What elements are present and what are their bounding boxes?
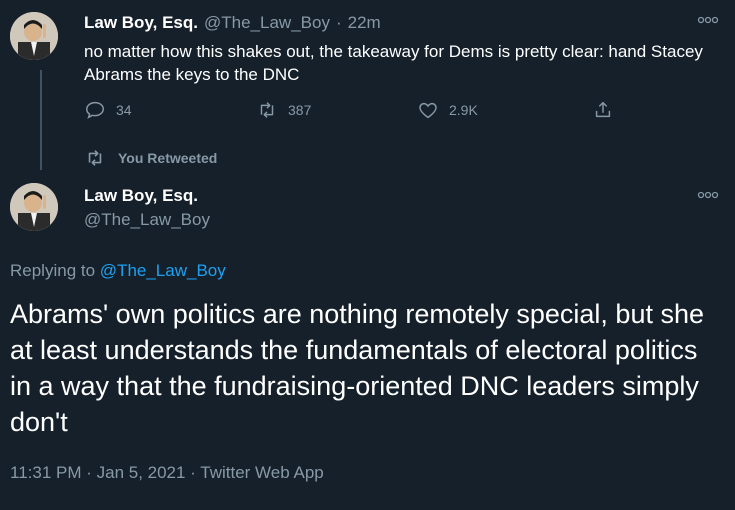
author-name[interactable]: Law Boy, Esq. xyxy=(84,186,198,206)
tweet-meta[interactable]: 11:31 PM · Jan 5, 2021 · Twitter Web App xyxy=(10,463,324,483)
retweet-button[interactable]: 387 xyxy=(256,99,311,121)
tweet-text: Abrams' own politics are nothing remotel… xyxy=(10,299,704,437)
reply-count: 34 xyxy=(116,102,132,118)
tweet-header: Law Boy, Esq. @The_Law_Boy · 22m xyxy=(84,13,381,33)
like-button[interactable]: 2.9K xyxy=(417,99,478,121)
timestamp[interactable]: 22m xyxy=(348,13,381,33)
retweeted-label: You Retweeted xyxy=(118,150,218,166)
like-count: 2.9K xyxy=(449,102,478,118)
share-icon xyxy=(595,101,611,118)
replying-to-link[interactable]: @The_Law_Boy xyxy=(100,261,226,280)
retweet-icon xyxy=(88,150,102,166)
replying-to: Replying to @The_Law_Boy xyxy=(10,261,226,281)
avatar[interactable] xyxy=(10,12,58,60)
heart-icon xyxy=(419,102,437,119)
avatar-image xyxy=(10,12,58,60)
separator: · xyxy=(335,13,342,32)
avatar[interactable] xyxy=(10,183,58,231)
more-dots-icon[interactable] xyxy=(697,12,719,28)
retweet-count: 387 xyxy=(288,102,312,118)
avatar-image xyxy=(10,183,58,231)
reply-icon xyxy=(86,101,104,119)
author-name[interactable]: Law Boy, Esq. xyxy=(84,13,198,33)
thread-line xyxy=(40,70,42,170)
share-button[interactable] xyxy=(592,99,614,121)
retweet-icon xyxy=(260,102,274,118)
author-handle[interactable]: @The_Law_Boy xyxy=(84,210,210,230)
retweeted-banner: You Retweeted xyxy=(84,148,217,168)
author-handle[interactable]: @The_Law_Boy xyxy=(204,13,330,33)
tweet-text: no matter how this shakes out, the takea… xyxy=(84,42,703,84)
replying-prefix: Replying to xyxy=(10,261,96,280)
more-dots-icon[interactable] xyxy=(697,187,719,203)
reply-button[interactable]: 34 xyxy=(84,99,132,121)
